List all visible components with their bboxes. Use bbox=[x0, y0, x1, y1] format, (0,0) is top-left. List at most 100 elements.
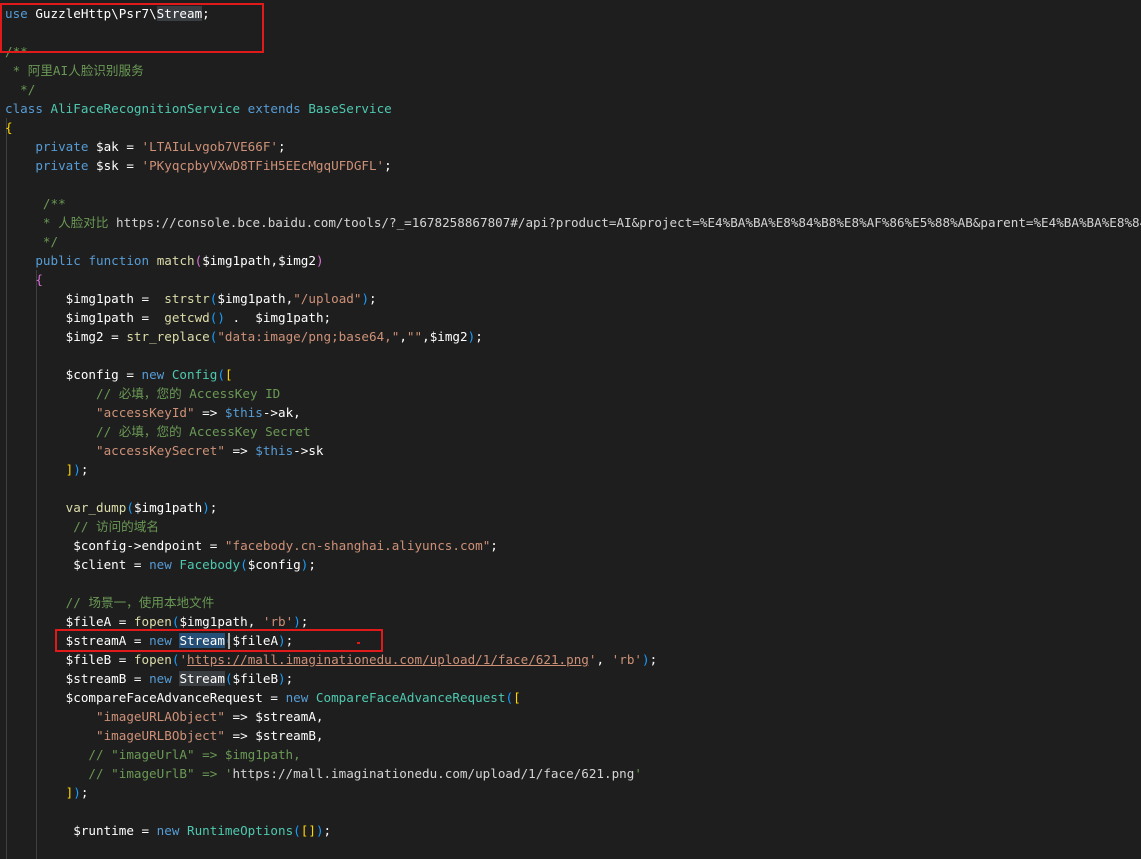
code-line[interactable]: { bbox=[5, 270, 43, 289]
code-line[interactable]: * 人脸对比 https://console.bce.baidu.com/too… bbox=[5, 213, 1141, 232]
code-token: ) bbox=[278, 671, 286, 686]
code-token: fopen bbox=[133, 652, 172, 667]
code-token: ) bbox=[315, 823, 324, 838]
code-token: ; bbox=[80, 785, 89, 800]
code-token: public bbox=[35, 253, 81, 268]
code-token: $img1path bbox=[255, 310, 324, 325]
code-token: , bbox=[596, 652, 612, 667]
code-token: = bbox=[118, 139, 142, 154]
code-token: https://console.bce.baidu.com/tools/?_=1… bbox=[116, 215, 1141, 230]
code-line[interactable]: public function match($img1path,$img2) bbox=[5, 251, 323, 270]
code-line[interactable]: "imageURLBObject" => $streamB, bbox=[5, 726, 324, 745]
code-token: ; bbox=[323, 310, 332, 325]
code-token: getcwd bbox=[164, 310, 210, 325]
code-token: ; bbox=[278, 139, 286, 154]
code-token: new bbox=[149, 557, 172, 572]
code-token: extends bbox=[247, 101, 301, 116]
code-token: private bbox=[35, 139, 89, 154]
code-line[interactable]: */ bbox=[5, 80, 35, 99]
code-token: = bbox=[118, 158, 142, 173]
code-token: $img1path bbox=[217, 291, 286, 306]
code-line[interactable]: */ bbox=[5, 232, 58, 251]
code-line[interactable]: $compareFaceAdvanceRequest = new Compare… bbox=[5, 688, 521, 707]
code-line[interactable]: * 阿里AI人脸识别服务 bbox=[5, 61, 144, 80]
code-token: = bbox=[262, 690, 286, 705]
code-line[interactable]: ]); bbox=[5, 460, 89, 479]
code-line[interactable]: $streamB = new Stream($fileB); bbox=[5, 669, 293, 688]
code-line[interactable]: $config->endpoint = "facebody.cn-shangha… bbox=[5, 536, 498, 555]
code-token: => bbox=[224, 709, 256, 724]
code-line[interactable]: $runtime = new RuntimeOptions([]); bbox=[5, 821, 331, 840]
code-token: Facebody bbox=[179, 557, 241, 572]
code-line[interactable]: /** bbox=[5, 194, 66, 213]
code-token: function bbox=[88, 253, 150, 268]
code-token: Stream bbox=[179, 671, 225, 686]
code-line[interactable]: // "imageUrlB" => 'https://mall.imaginat… bbox=[5, 764, 642, 783]
code-token: ->ak, bbox=[262, 405, 301, 420]
code-token: "accessKeyId" bbox=[96, 405, 195, 420]
code-line[interactable]: // 必填，您的 AccessKey Secret bbox=[5, 422, 311, 441]
code-token: { bbox=[5, 120, 13, 135]
code-line[interactable]: private $ak = 'LTAIuLvgob7VE66F'; bbox=[5, 137, 286, 156]
code-line[interactable]: "accessKeySecret" => $this->sk bbox=[5, 441, 324, 460]
code-token: class bbox=[5, 101, 43, 116]
code-line[interactable]: $img1path = strstr($img1path,"/upload"); bbox=[5, 289, 377, 308]
code-line[interactable]: $config = new Config([ bbox=[5, 365, 233, 384]
code-line[interactable]: $img1path = getcwd() . $img1path; bbox=[5, 308, 331, 327]
code-line[interactable]: var_dump($img1path); bbox=[5, 498, 218, 517]
code-line[interactable]: $img2 = str_replace("data:image/png;base… bbox=[5, 327, 483, 346]
code-line[interactable]: // "imageUrlA" => $img1path, bbox=[5, 745, 300, 764]
code-line[interactable]: $client = new Facebody($config); bbox=[5, 555, 316, 574]
code-token: new bbox=[149, 671, 172, 686]
code-line[interactable]: $fileB = fopen('https://mall.imagination… bbox=[5, 650, 658, 669]
code-token: ; bbox=[649, 652, 658, 667]
code-token: $compareFaceAdvanceRequest bbox=[65, 690, 263, 705]
code-line[interactable]: private $sk = 'PKyqcpbyVXwD8TFiH5EEcMgqU… bbox=[5, 156, 391, 175]
code-token: ( bbox=[126, 500, 134, 515]
code-token: = bbox=[126, 557, 150, 572]
code-token: ) bbox=[202, 500, 210, 515]
code-token: // 必填，您的 AccessKey ID bbox=[5, 386, 281, 401]
code-token: "facebody.cn-shanghai.aliyuncs.com" bbox=[224, 538, 491, 553]
code-line[interactable]: // 必填，您的 AccessKey ID bbox=[5, 384, 280, 403]
code-line[interactable]: ]); bbox=[5, 783, 89, 802]
code-token: RuntimeOptions bbox=[187, 823, 294, 838]
code-token: strstr bbox=[164, 291, 210, 306]
code-line[interactable]: // 访问的域名 bbox=[5, 517, 159, 536]
code-token: ( bbox=[505, 690, 514, 705]
code-token: "data:image/png;base64," bbox=[217, 329, 400, 344]
code-token: AliFaceRecognitionService bbox=[50, 101, 241, 116]
code-token: ' bbox=[634, 766, 642, 781]
code-line[interactable]: "imageURLAObject" => $streamA, bbox=[5, 707, 324, 726]
code-token: ; bbox=[308, 557, 316, 572]
code-token: $config bbox=[73, 538, 127, 553]
code-token: = bbox=[111, 652, 134, 667]
code-token: ; bbox=[369, 291, 377, 306]
code-line[interactable]: class AliFaceRecognitionService extends … bbox=[5, 99, 392, 118]
code-token: ( bbox=[217, 367, 225, 382]
code-token: $streamB bbox=[65, 671, 127, 686]
code-token: = bbox=[133, 291, 165, 306]
code-line[interactable]: "accessKeyId" => $this->ak, bbox=[5, 403, 301, 422]
code-token: 'LTAIuLvgob7VE66F' bbox=[141, 139, 278, 154]
code-token: ( bbox=[224, 671, 233, 686]
code-token: $this bbox=[255, 443, 294, 458]
code-token: ; bbox=[285, 671, 294, 686]
code-editor[interactable]: use GuzzleHttp\Psr7\Stream;/** * 阿里AI人脸识… bbox=[0, 0, 1141, 859]
code-token: ; bbox=[475, 329, 483, 344]
code-line[interactable]: { bbox=[5, 118, 13, 137]
code-line[interactable]: // 场景一，使用本地文件 bbox=[5, 593, 215, 612]
code-token: https://mall.imaginationedu.com/upload/1… bbox=[232, 766, 635, 781]
code-token: $runtime bbox=[73, 823, 134, 838]
